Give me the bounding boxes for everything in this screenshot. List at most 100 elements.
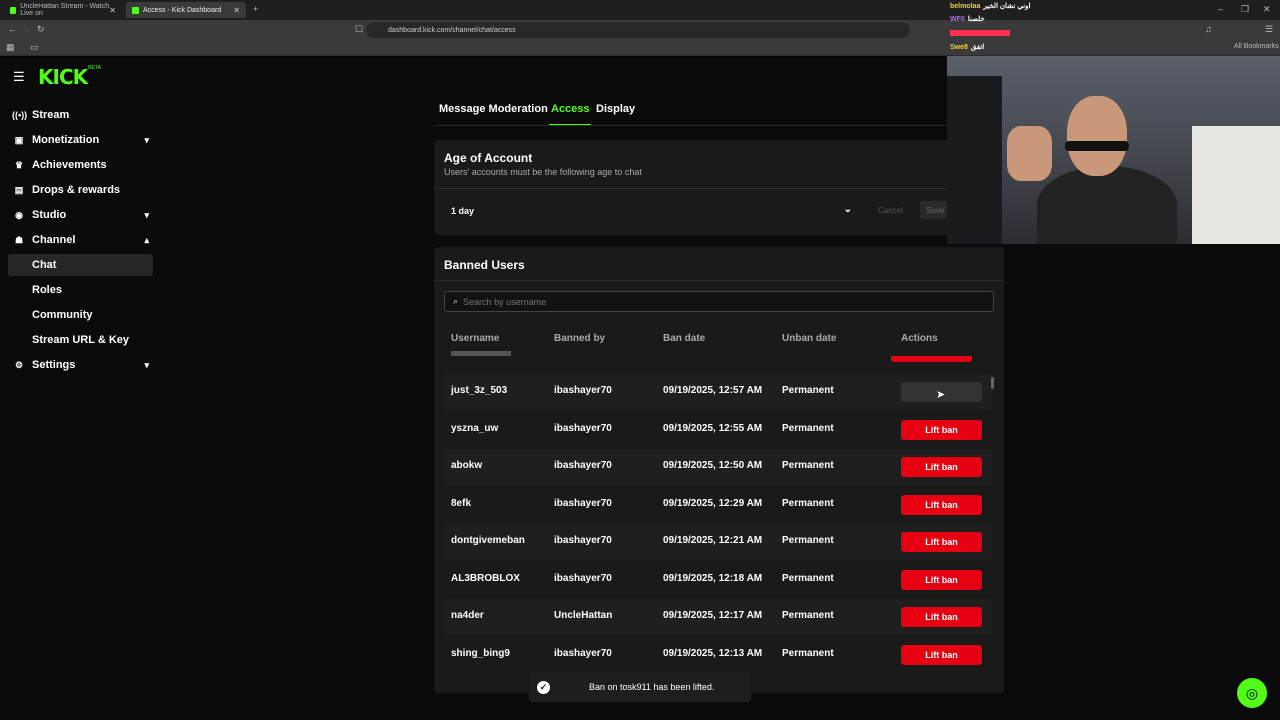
hamburger-icon[interactable]: ☰ bbox=[13, 69, 25, 85]
chevron-down-icon: ▾ bbox=[144, 134, 149, 145]
help-chat-icon[interactable]: ◎ bbox=[1237, 678, 1267, 708]
extensions-icon[interactable]: ♫ bbox=[1205, 24, 1212, 34]
cell-username: AL3BROBLOX bbox=[451, 573, 520, 584]
sidebar-item-stream-url-key[interactable]: Stream URL & Key bbox=[8, 329, 153, 351]
cell-ban-date: 09/19/2025, 12:18 AM bbox=[663, 573, 763, 584]
back-icon[interactable]: ← bbox=[8, 24, 17, 34]
cell-unban-date: Permanent bbox=[782, 648, 834, 659]
cell-username: dontgivemeban bbox=[451, 535, 525, 546]
close-window-icon[interactable]: ✕ bbox=[1263, 4, 1271, 15]
col-unban-date[interactable]: Unban date bbox=[782, 333, 836, 344]
beta-badge: BETA bbox=[88, 65, 101, 71]
save-button[interactable]: Save bbox=[920, 201, 947, 219]
close-icon[interactable]: ✕ bbox=[109, 6, 116, 15]
sidebar-item-monetization[interactable]: ▣ Monetization ▾ bbox=[8, 129, 153, 151]
cancel-button[interactable]: Cancel bbox=[878, 206, 903, 215]
cell-username: shing_bing9 bbox=[451, 648, 510, 659]
cell-banned-by: ibashayer70 bbox=[554, 423, 612, 434]
mouse-cursor-icon: ➤ bbox=[936, 389, 946, 401]
minimize-icon[interactable]: – bbox=[1218, 4, 1223, 14]
col-ban-date[interactable]: Ban date bbox=[663, 333, 705, 344]
close-icon[interactable]: ✕ bbox=[233, 6, 240, 15]
search-field[interactable]: ⌕ bbox=[444, 291, 994, 312]
toast-text: Ban on tosk911 has been lifted. bbox=[589, 682, 715, 692]
tab-display[interactable]: Display bbox=[596, 103, 635, 115]
age-title: Age of Account bbox=[444, 151, 533, 165]
overlay-user: WF0 bbox=[950, 15, 965, 23]
webcam-overlay bbox=[947, 56, 1280, 244]
sidebar-item-label: Channel bbox=[32, 234, 76, 246]
table-row: abokw ibashayer70 09/19/2025, 12:50 AM Perm… bbox=[444, 449, 992, 485]
lift-ban-button[interactable]: Lift ban bbox=[901, 457, 982, 477]
lift-ban-button-partial[interactable] bbox=[891, 356, 972, 362]
lift-ban-button[interactable]: Lift ban bbox=[901, 420, 982, 440]
chevron-down-icon: ▾ bbox=[144, 209, 149, 220]
cell-username: yszna_uw bbox=[451, 423, 499, 434]
logo-text: KICK bbox=[38, 65, 88, 89]
wallet-icon: ▣ bbox=[14, 134, 24, 145]
overlay-chat-line: belmolaa اوني نشان الخير bbox=[950, 1, 1030, 11]
scrollbar-thumb[interactable] bbox=[991, 377, 994, 389]
table-row: shing_bing9 ibashayer70 09/19/2025, 12:13 … bbox=[444, 637, 992, 673]
browser-tab-active[interactable]: Access - Kick Dashboard ✕ bbox=[126, 2, 246, 18]
lift-ban-button[interactable]: Lift ban bbox=[901, 607, 982, 627]
search-input[interactable] bbox=[463, 296, 964, 307]
restore-icon[interactable]: ❐ bbox=[1241, 4, 1249, 15]
sidebar-item-drops[interactable]: ▤ Drops & rewards bbox=[8, 179, 153, 201]
lift-ban-button[interactable]: Lift ban bbox=[901, 570, 982, 590]
all-bookmarks[interactable]: All Bookmarks bbox=[1234, 43, 1279, 50]
overlay-chat-line bbox=[950, 28, 1010, 38]
menu-icon[interactable]: ☰ bbox=[1265, 24, 1273, 35]
overlay-user-redacted bbox=[950, 30, 1010, 36]
table-row: dontgivemeban ibashayer70 09/19/2025, 12:2… bbox=[444, 524, 992, 560]
apps-icon[interactable]: ▦ bbox=[6, 42, 15, 53]
new-tab-icon[interactable]: + bbox=[253, 4, 258, 14]
browser-tab[interactable]: UncleHattan Stream - Watch Live on ✕ bbox=[4, 2, 122, 18]
url-field[interactable]: dashboard.kick.com/channel/chat/access bbox=[366, 22, 910, 38]
cell-banned-by: ibashayer70 bbox=[554, 385, 612, 396]
sidebar-item-roles[interactable]: Roles bbox=[8, 279, 153, 301]
kick-favicon-icon bbox=[10, 6, 17, 14]
tab-message-moderation[interactable]: Message Moderation bbox=[439, 103, 548, 115]
banned-title: Banned Users bbox=[444, 258, 525, 272]
sidebar-item-label: Drops & rewards bbox=[32, 184, 121, 196]
gift-icon: ▤ bbox=[14, 184, 24, 195]
sidebar-item-chat[interactable]: Chat bbox=[8, 254, 153, 276]
sidebar-item-settings[interactable]: ⚙ Settings ▾ bbox=[8, 354, 153, 376]
sidebar-item-studio[interactable]: ◉ Studio ▾ bbox=[8, 204, 153, 226]
sidebar-item-achievements[interactable]: ♛ Achievements bbox=[8, 154, 153, 176]
kick-logo[interactable]: KICK BETA bbox=[38, 65, 101, 89]
cell-username: 8efk bbox=[451, 498, 472, 509]
bookmark-icon[interactable]: ☐ bbox=[355, 24, 363, 35]
sidebar-item-label: Studio bbox=[32, 209, 67, 221]
col-banned-by[interactable]: Banned by bbox=[554, 333, 605, 344]
cell-unban-date: Permanent bbox=[782, 423, 834, 434]
cell-unban-date: Permanent bbox=[782, 385, 834, 396]
sidebar-item-label: Achievements bbox=[32, 159, 107, 171]
col-username[interactable]: Username bbox=[451, 333, 499, 344]
tab-label: UncleHattan Stream - Watch Live on bbox=[20, 3, 110, 17]
cell-banned-by: ibashayer70 bbox=[554, 460, 612, 471]
channel-icon: ☗ bbox=[14, 234, 24, 245]
age-select[interactable]: 1 day ⌄ bbox=[444, 200, 858, 222]
sidebar-item-stream[interactable]: ((•)) Stream bbox=[8, 104, 153, 126]
cell-ban-date: 09/19/2025, 12:21 AM bbox=[663, 535, 763, 546]
table-row: just_3z_503 ibashayer70 09/19/2025, 12:57 … bbox=[444, 374, 992, 410]
lift-ban-button[interactable]: Lift ban bbox=[901, 495, 982, 515]
reload-icon[interactable]: ↻ bbox=[37, 24, 45, 35]
sidebar-item-community[interactable]: Community bbox=[8, 304, 153, 326]
overlay-chat-line: WF0 خلصنا bbox=[950, 14, 985, 24]
cell-unban-date: Permanent bbox=[782, 535, 834, 546]
overlay-msg: اوني نشان الخير bbox=[983, 3, 1031, 10]
forward-icon[interactable]: → bbox=[22, 24, 31, 34]
sidebar-item-channel[interactable]: ☗ Channel ▴ bbox=[8, 229, 153, 251]
lift-ban-button[interactable]: Lift ban bbox=[901, 532, 982, 552]
tab-access[interactable]: Access bbox=[551, 103, 590, 115]
folder-icon[interactable]: ▭ bbox=[30, 42, 39, 53]
gear-icon: ⚙ bbox=[14, 359, 24, 370]
lift-ban-button[interactable]: Lift ban bbox=[901, 645, 982, 665]
sidebar-item-label: Stream bbox=[32, 109, 70, 121]
age-select-value: 1 day bbox=[451, 206, 475, 216]
divider bbox=[434, 280, 1004, 281]
chevron-down-icon: ⌄ bbox=[843, 204, 852, 215]
